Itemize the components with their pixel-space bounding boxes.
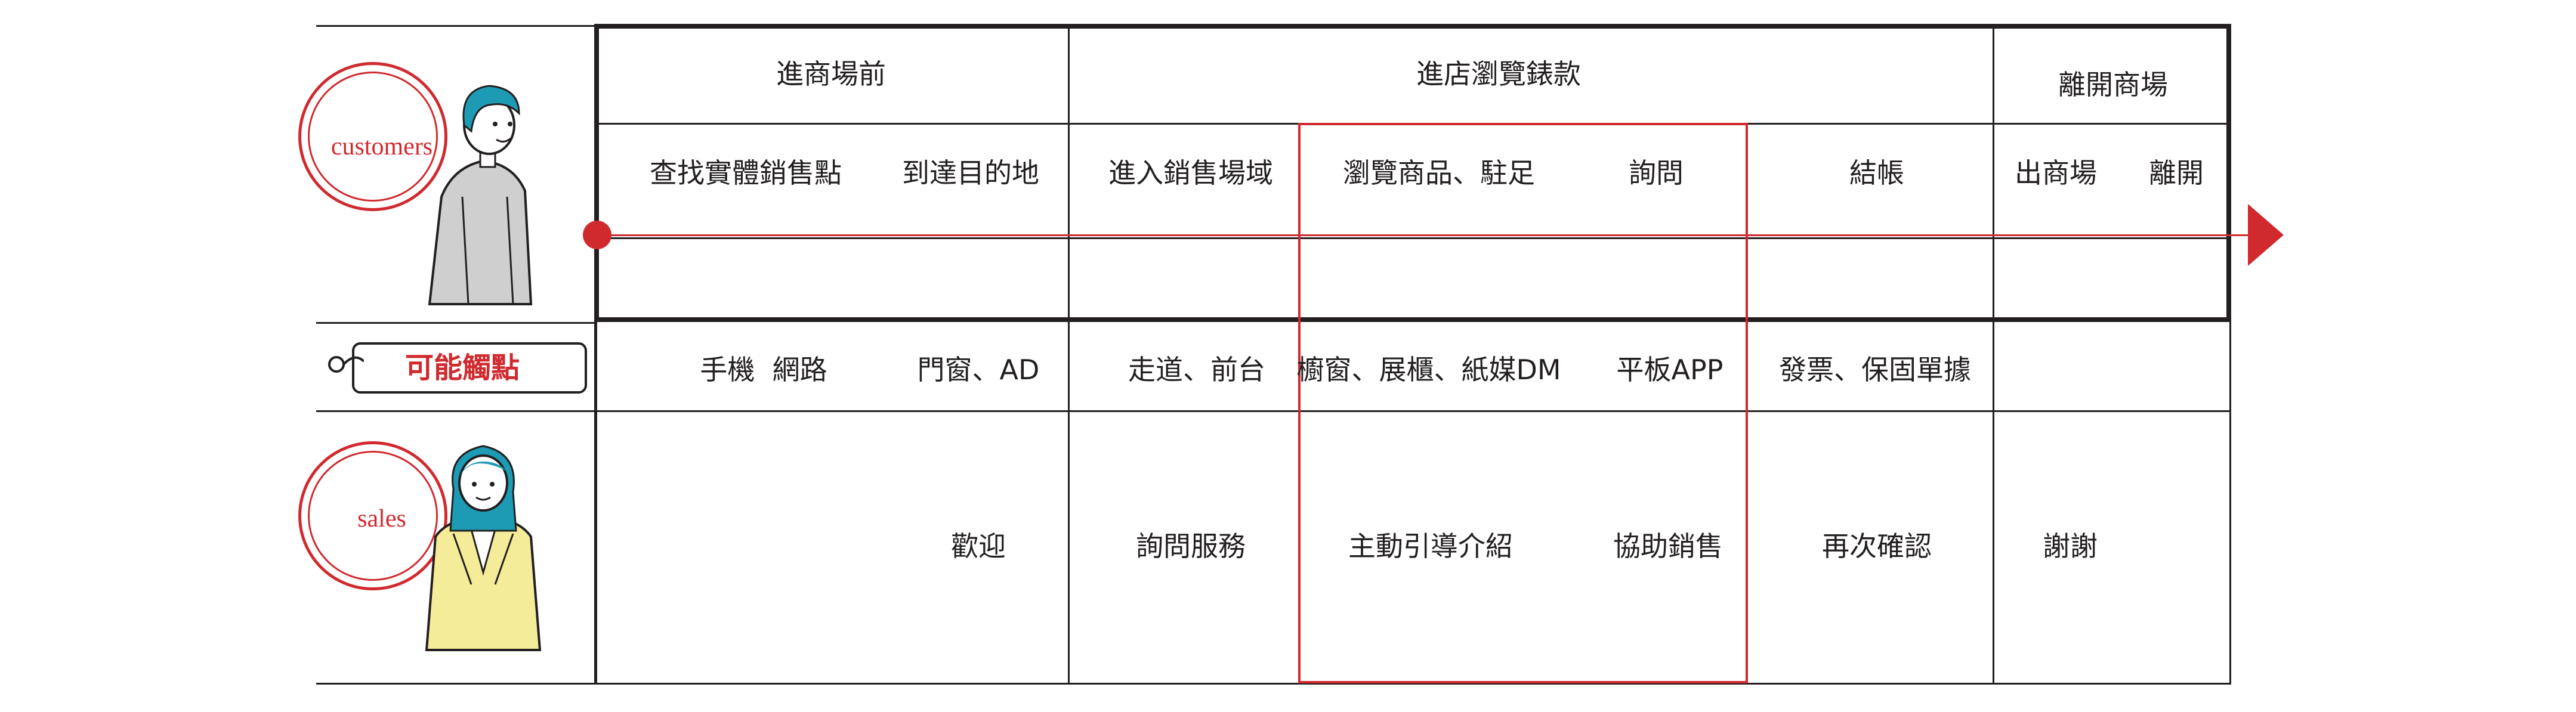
step-ask: 詢問 [1629, 157, 1684, 189]
step-exit: 出商場 [2015, 157, 2097, 189]
highlight-left [1298, 123, 1301, 683]
touch-invoice: 發票、保固單據 [1779, 354, 1971, 386]
touch-display: 櫥窗、展櫃、紙媒DM [1296, 354, 1561, 386]
touch-door-ad: 門窗、AD [917, 354, 1040, 386]
sales-thanks: 謝謝 [2043, 530, 2098, 562]
step-browse: 瀏覽商品、駐足 [1343, 157, 1535, 189]
touchpoint-top-line [316, 322, 594, 324]
col-line-0 [594, 24, 597, 685]
sales-guide: 主動引導介紹 [1348, 530, 1513, 562]
step-checkout: 結帳 [1849, 157, 1904, 189]
sales-welcome: 歡迎 [951, 530, 1006, 562]
timeline-arrowhead [2248, 204, 2284, 266]
step-leave: 離開 [2149, 157, 2204, 189]
table-bottom-line [316, 683, 2231, 685]
touch-phone-web: 手機 網路 [700, 354, 827, 386]
timeline-line [597, 234, 2255, 236]
top-left-line [316, 25, 597, 27]
sales-service: 詢問服務 [1136, 530, 1246, 562]
touchpoint-bottom-line [316, 410, 2231, 412]
stage-browse: 進店瀏覽錶款 [1416, 58, 1581, 90]
sales-assist: 協助銷售 [1613, 530, 1723, 562]
col-line-3 [2229, 322, 2231, 685]
sales-confirm: 再次確認 [1822, 530, 1932, 562]
sales-label: sales [357, 505, 406, 533]
touchpoint-tag-label: 可能觸點 [404, 351, 520, 385]
timeline-row-divider [594, 237, 2231, 239]
customer-person-icon [428, 85, 533, 305]
stage-before: 進商場前 [776, 58, 886, 90]
sales-person-icon [425, 445, 542, 651]
step-find: 查找實體銷售點 [650, 157, 842, 189]
highlight-top [1298, 123, 1748, 125]
col-line-2 [1993, 24, 1994, 685]
col-line-1 [1068, 24, 1070, 685]
step-enter: 進入銷售場域 [1108, 157, 1273, 189]
highlight-right [1746, 123, 1748, 683]
highlight-bottom [1298, 681, 1748, 683]
stage-leave: 離開商場 [2058, 69, 2168, 101]
step-arrive: 到達目的地 [902, 157, 1039, 189]
touch-tablet: 平板APP [1616, 354, 1723, 386]
touch-aisle: 走道、前台 [1128, 354, 1265, 386]
